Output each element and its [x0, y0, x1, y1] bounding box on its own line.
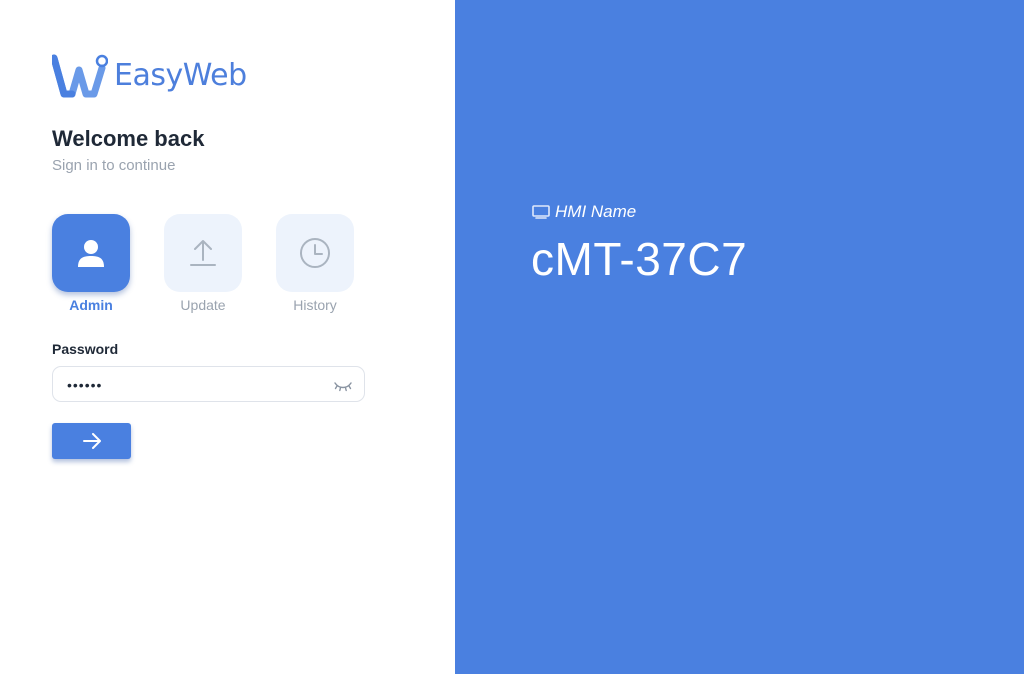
tab-history-tile[interactable] — [276, 214, 354, 292]
easyweb-logo-icon — [52, 54, 108, 98]
tab-admin-tile[interactable] — [52, 214, 130, 292]
clock-icon — [300, 238, 330, 268]
page-subtitle: Sign in to continue — [52, 157, 176, 174]
brand-name: EasyWeb — [114, 58, 247, 93]
login-panel: EasyWeb Welcome back Sign in to continue… — [0, 0, 455, 674]
password-label: Password — [52, 341, 119, 357]
password-field[interactable] — [52, 366, 365, 402]
tab-update-tile[interactable] — [164, 214, 242, 292]
login-submit-button[interactable] — [52, 423, 131, 459]
hmi-name-value: cMT-37C7 — [531, 233, 748, 285]
tab-update[interactable]: Update — [163, 214, 243, 314]
tab-history[interactable]: History — [275, 214, 355, 314]
arrow-right-icon — [82, 433, 101, 449]
eye-closed-icon[interactable] — [334, 378, 352, 392]
hmi-info-panel — [455, 0, 1024, 674]
page-title: Welcome back — [52, 126, 205, 151]
tab-admin[interactable]: Admin — [51, 214, 131, 314]
easyweb-logo: EasyWeb — [52, 54, 247, 98]
monitor-icon — [532, 205, 550, 219]
upload-icon — [190, 240, 216, 266]
hmi-name-label: HMI Name — [555, 202, 637, 221]
tab-history-label: History — [293, 297, 337, 313]
password-input[interactable] — [67, 374, 327, 396]
tab-admin-label: Admin — [69, 297, 113, 313]
hmi-label-row: HMI Name — [532, 202, 636, 222]
user-icon — [78, 240, 104, 267]
tab-update-label: Update — [180, 297, 226, 313]
